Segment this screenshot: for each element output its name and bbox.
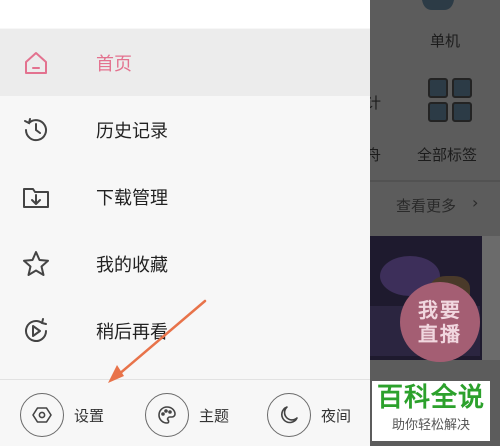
menu-item-label: 历史记录 — [96, 120, 168, 142]
theme-label: 主题 — [199, 406, 230, 425]
theme-button[interactable]: 主题 — [145, 393, 229, 437]
thumbnail-edge — [482, 236, 500, 360]
theme-palette-icon — [145, 393, 189, 437]
settings-label: 设置 — [74, 406, 105, 425]
night-mode-button[interactable]: 夜间 — [267, 393, 351, 437]
settings-icon — [20, 393, 64, 437]
menu-item-label: 稍后再看 — [96, 321, 168, 343]
go-live-line-2: 直播 — [418, 322, 462, 346]
menu-item-history[interactable]: 历史记录 — [0, 96, 370, 163]
navigation-drawer: 首页 历史记录 下载管理 我的收藏 稍后再看 设置 主题 夜间 — [0, 0, 370, 446]
download-folder-icon — [20, 181, 52, 213]
go-live-button: 我要 直播 — [400, 282, 480, 362]
category-single-label: 单机 — [430, 32, 461, 50]
history-icon — [20, 114, 52, 146]
menu-item-label: 我的收藏 — [96, 254, 168, 276]
grid-icon — [428, 78, 474, 124]
chevron-right-icon: › — [472, 193, 479, 212]
menu-item-label: 下载管理 — [96, 187, 168, 209]
watermark: 百科全说 助你轻松解决 — [372, 381, 490, 441]
drawer-header — [0, 0, 370, 28]
watermark-subtitle: 助你轻松解决 — [391, 418, 470, 433]
star-icon — [20, 248, 52, 280]
see-more-link: 查看更多 — [396, 197, 457, 215]
divider — [0, 379, 370, 380]
home-icon — [20, 47, 52, 79]
menu-item-home[interactable]: 首页 — [0, 29, 370, 96]
settings-button[interactable]: 设置 — [20, 393, 104, 437]
watch-later-icon — [20, 315, 52, 347]
night-mode-label: 夜间 — [321, 406, 352, 425]
all-tags-label: 全部标签 — [417, 146, 478, 164]
go-live-line-1: 我要 — [418, 298, 462, 322]
game-controller-icon — [422, 0, 454, 10]
menu-item-downloads[interactable]: 下载管理 — [0, 163, 370, 230]
menu-item-watch-later[interactable]: 稍后再看 — [0, 297, 370, 364]
divider — [370, 180, 500, 182]
menu-item-favorites[interactable]: 我的收藏 — [0, 230, 370, 297]
watermark-title: 百科全说 — [376, 383, 485, 413]
menu-item-label: 首页 — [96, 53, 132, 75]
night-moon-icon — [267, 393, 311, 437]
background-app-dimmed — [370, 0, 500, 446]
